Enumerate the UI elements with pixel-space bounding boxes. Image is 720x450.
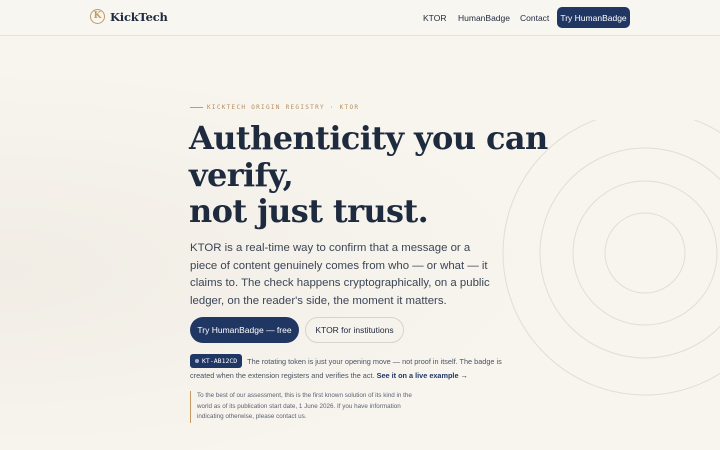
kicktech-logo-icon: K — [90, 9, 105, 24]
brand[interactable]: K KickTech — [90, 9, 168, 24]
try-humanbadge-free-button[interactable]: Try HumanBadge — free — [190, 317, 299, 343]
token-dot-icon — [195, 359, 199, 364]
eyebrow-line — [190, 107, 203, 108]
decorative-circle-middle — [539, 147, 720, 359]
try-humanbadge-nav-button[interactable]: Try HumanBadge — [557, 7, 630, 28]
token-badge[interactable]: KT-AB12CD — [190, 354, 243, 369]
eyebrow: KICKTECH ORIGIN REGISTRY · KTOR — [190, 104, 359, 111]
token-note: KT-AB12CD The rotating token is just you… — [190, 354, 520, 383]
decorative-circle-core — [604, 212, 686, 294]
eyebrow-text: KICKTECH ORIGIN REGISTRY · KTOR — [207, 104, 360, 111]
nav-link-contact[interactable]: Contact — [520, 13, 549, 23]
nav-link-ktor[interactable]: KTOR — [423, 13, 446, 23]
live-example-link[interactable]: See it on a live example → — [377, 371, 468, 380]
headline-line-3: not just trust. — [189, 192, 429, 230]
disclaimer: To the best of our assessment, this is t… — [190, 391, 420, 423]
nav-link-humanbadge[interactable]: HumanBadge — [458, 13, 510, 23]
site-header: K KickTech KTOR HumanBadge Contact Try H… — [0, 0, 720, 36]
ktor-for-institutions-button[interactable]: KTOR for institutions — [305, 317, 404, 343]
page-title: Authenticity you can verify, not just tr… — [189, 120, 549, 230]
headline-line-1: Authenticity you can — [189, 119, 548, 157]
brand-name: KickTech — [110, 9, 168, 24]
token-code: KT-AB12CD — [202, 357, 238, 366]
headline-line-2: verify, — [189, 155, 294, 194]
lead-paragraph: KTOR is a real-time way to confirm that … — [190, 242, 490, 307]
landing-page: K KickTech KTOR HumanBadge Contact Try H… — [0, 0, 720, 450]
decorative-circle-inner — [572, 180, 718, 326]
